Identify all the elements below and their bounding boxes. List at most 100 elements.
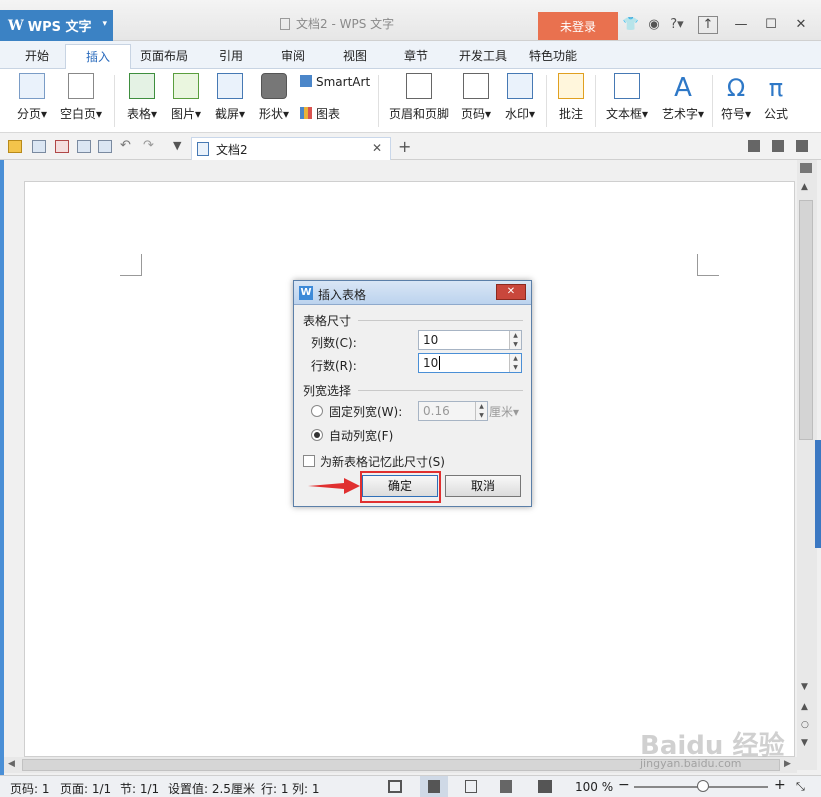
header-footer-button[interactable]: 页眉和页脚: [386, 73, 452, 122]
scroll-down-icon[interactable]: ▼: [801, 682, 808, 692]
mode-icon[interactable]: [748, 140, 760, 152]
auto-width-label[interactable]: 自动列宽(F): [329, 427, 393, 444]
watermark-button[interactable]: 水印▾: [500, 73, 540, 122]
separator: [712, 75, 713, 127]
margin-corner: [120, 254, 142, 276]
save-icon[interactable]: [32, 140, 46, 153]
document-tab[interactable]: 文档2 ✕: [191, 137, 391, 161]
tab-features[interactable]: 特色功能: [529, 47, 577, 64]
remember-size-checkbox[interactable]: [303, 455, 315, 467]
app-menu-button[interactable]: W WPS 文字 ▾: [0, 10, 113, 41]
separator: [358, 320, 523, 321]
close-button[interactable]: ✕: [790, 14, 812, 36]
side-panel-strip[interactable]: [815, 440, 821, 548]
history-icon[interactable]: [772, 140, 784, 152]
smartart-button[interactable]: SmartArt: [300, 75, 380, 89]
scroll-up-icon[interactable]: ▲: [801, 182, 808, 192]
maximize-button[interactable]: ☐: [760, 14, 782, 36]
chevron-down-icon: ▾: [697, 107, 705, 121]
comment-button[interactable]: 批注: [553, 73, 589, 122]
chart-button[interactable]: 图表: [300, 105, 360, 122]
table-button[interactable]: 表格▾: [122, 73, 162, 122]
dialog-close-button[interactable]: ✕: [496, 284, 526, 300]
customize-toolbar-icon[interactable]: ▼: [173, 139, 181, 152]
help-icon[interactable]: ?▾: [668, 17, 686, 33]
print-preview-icon[interactable]: [98, 140, 112, 153]
scroll-right-icon[interactable]: ▶: [784, 759, 791, 769]
zoom-level[interactable]: 100 %: [575, 780, 613, 794]
text-box-icon: [614, 73, 640, 99]
scroll-left-icon[interactable]: ◀: [8, 759, 15, 769]
blank-page-icon: [68, 73, 94, 99]
fit-window-icon[interactable]: ⤡: [796, 780, 805, 794]
remember-size-label[interactable]: 为新表格记忆此尺寸(S): [320, 453, 445, 470]
page-break-button[interactable]: 分页▾: [12, 73, 52, 122]
unit-select[interactable]: 厘米▾: [489, 403, 519, 420]
fixed-width-radio[interactable]: [311, 405, 323, 417]
blank-page-label: 空白页: [59, 107, 96, 121]
login-button[interactable]: 未登录: [538, 12, 618, 40]
close-tab-icon[interactable]: ✕: [372, 141, 382, 155]
auto-width-radio[interactable]: [311, 429, 323, 441]
minimize-button[interactable]: —: [730, 14, 752, 36]
export-pdf-icon[interactable]: [55, 140, 69, 153]
status-pages: 页面: 1/1: [60, 782, 112, 796]
rows-stepper[interactable]: ▲ ▼: [509, 354, 521, 372]
blank-page-button[interactable]: 空白页▾: [56, 73, 106, 122]
web-view-icon[interactable]: [500, 780, 512, 793]
skin-icon[interactable]: 👕: [622, 17, 640, 33]
chevron-down-icon: ▾: [150, 107, 158, 121]
restore-ribbon-icon[interactable]: ↑: [698, 16, 718, 34]
symbol-button[interactable]: Ω 符号▾: [716, 73, 756, 122]
outline-view-icon[interactable]: [465, 780, 477, 793]
columns-input[interactable]: 10 ▲ ▼: [418, 330, 522, 350]
browse-object-icon[interactable]: ○: [801, 720, 809, 730]
formula-button[interactable]: π 公式: [760, 73, 792, 122]
status-setting: 设置值: 2.5厘米: [168, 782, 255, 796]
tab-layout[interactable]: 页面布局: [140, 47, 188, 64]
shapes-button[interactable]: 形状▾: [254, 73, 294, 122]
screenshot-button[interactable]: 截屏▾: [210, 73, 250, 122]
tab-references[interactable]: 引用: [219, 47, 243, 64]
red-arrow-icon: [308, 478, 360, 494]
text-box-button[interactable]: 文本框▾: [601, 73, 653, 122]
new-tab-icon[interactable]: +: [398, 137, 411, 156]
rows-input[interactable]: 10 ▲ ▼: [418, 353, 522, 373]
comment-label: 批注: [558, 107, 583, 121]
previous-page-icon[interactable]: ▲: [801, 702, 808, 712]
fullscreen-icon[interactable]: [388, 780, 402, 793]
vertical-scroll-thumb[interactable]: [799, 200, 813, 440]
chat-icon[interactable]: ◉: [645, 17, 663, 33]
fixed-width-stepper[interactable]: ▲ ▼: [475, 402, 487, 420]
picture-button[interactable]: 图片▾: [166, 73, 206, 122]
tab-review[interactable]: 审阅: [281, 47, 305, 64]
columns-stepper[interactable]: ▲ ▼: [509, 331, 521, 349]
word-art-button[interactable]: A 艺术字▾: [657, 73, 709, 122]
undo-icon[interactable]: ↶: [120, 138, 131, 153]
zoom-out-icon[interactable]: −: [618, 777, 630, 793]
omega-icon: Ω: [726, 74, 746, 102]
separator: [114, 75, 115, 127]
redo-icon[interactable]: ↷: [143, 138, 154, 153]
tab-insert[interactable]: 插入: [65, 44, 131, 70]
zoom-slider-handle[interactable]: [697, 780, 709, 792]
view-icon[interactable]: [800, 163, 812, 173]
fixed-width-input[interactable]: 0.16 ▲ ▼: [418, 401, 488, 421]
page-number-button[interactable]: 页码▾: [456, 73, 496, 122]
tab-sections[interactable]: 章节: [404, 47, 428, 64]
status-column: 列: 1: [292, 782, 320, 796]
zoom-in-icon[interactable]: +: [774, 777, 786, 793]
cancel-button[interactable]: 取消: [445, 475, 521, 497]
open-icon[interactable]: [8, 140, 22, 153]
tab-list-icon[interactable]: [796, 140, 808, 152]
reading-mode-icon[interactable]: [538, 780, 552, 793]
print-icon[interactable]: [77, 140, 91, 153]
fixed-width-label[interactable]: 固定列宽(W):: [329, 403, 402, 420]
chevron-down-icon: ▾: [238, 107, 246, 121]
next-page-icon[interactable]: ▼: [801, 738, 808, 748]
tab-developer[interactable]: 开发工具: [459, 47, 507, 64]
tab-home[interactable]: 开始: [25, 47, 49, 64]
tab-view[interactable]: 视图: [343, 47, 367, 64]
separator: [595, 75, 596, 127]
chart-icon: [300, 107, 312, 119]
